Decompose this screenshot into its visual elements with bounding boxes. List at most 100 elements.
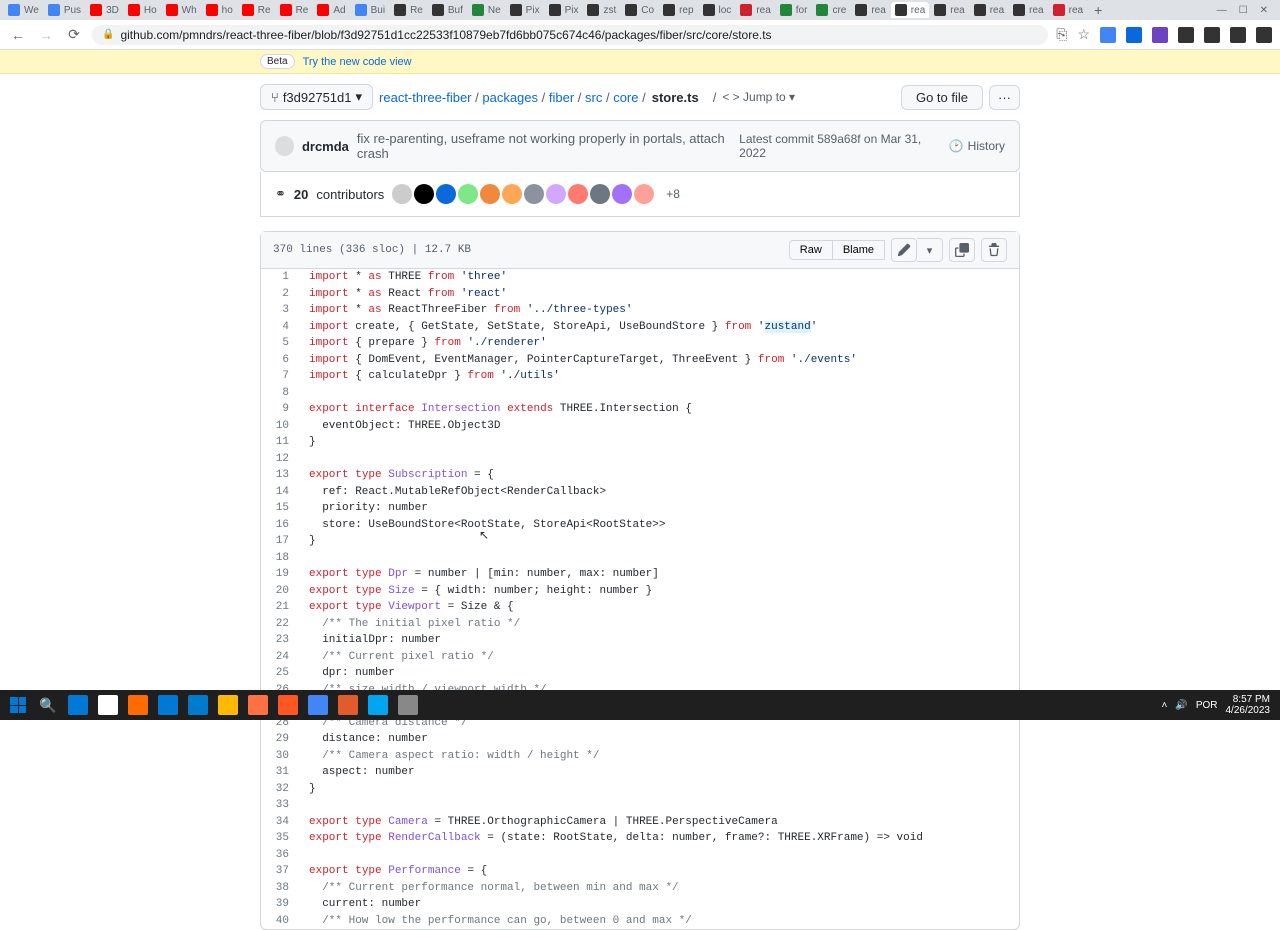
code-line[interactable]: 29 distance: number xyxy=(261,731,1019,748)
browser-tab[interactable]: We xyxy=(4,2,43,18)
history-link[interactable]: 🕑 History xyxy=(949,139,1005,153)
code-line[interactable]: 20export type Size = { width: number; he… xyxy=(261,583,1019,600)
new-tab-button[interactable]: + xyxy=(1088,2,1108,18)
code-line[interactable]: 1import * as THREE from 'three' xyxy=(261,269,1019,286)
install-icon[interactable]: ⎘ xyxy=(1056,26,1067,43)
taskbar-app[interactable] xyxy=(274,691,302,719)
line-number[interactable]: 32 xyxy=(261,781,301,798)
contributor-avatar[interactable] xyxy=(590,184,610,204)
code-line[interactable]: 17} xyxy=(261,533,1019,550)
browser-tab[interactable]: Re xyxy=(276,2,313,18)
browser-tab[interactable]: Re xyxy=(390,2,427,18)
code-line[interactable]: 37export type Performance = { xyxy=(261,863,1019,880)
code-line[interactable]: 3import * as ReactThreeFiber from '../th… xyxy=(261,302,1019,319)
code-line[interactable]: 36 xyxy=(261,847,1019,864)
extension-icon[interactable] xyxy=(1178,27,1194,43)
line-number[interactable]: 14 xyxy=(261,484,301,501)
code-line[interactable]: 9export interface Intersection extends T… xyxy=(261,401,1019,418)
code-line[interactable]: 34export type Camera = THREE.Orthographi… xyxy=(261,814,1019,831)
browser-tab[interactable]: rea xyxy=(736,2,774,18)
breadcrumb-link[interactable]: fiber xyxy=(549,90,574,105)
browser-tab[interactable]: rea xyxy=(1049,2,1087,18)
url-field[interactable]: 🔒 github.com/pmndrs/react-three-fiber/bl… xyxy=(92,25,1048,45)
forward-button[interactable]: → xyxy=(36,25,56,45)
line-number[interactable]: 18 xyxy=(261,550,301,567)
tray-chevron-icon[interactable]: ˄ xyxy=(1162,700,1168,711)
line-number[interactable]: 3 xyxy=(261,302,301,319)
code-line[interactable]: 32} xyxy=(261,781,1019,798)
taskbar-app[interactable] xyxy=(304,691,332,719)
more-options-button[interactable]: ··· xyxy=(989,85,1020,110)
line-number[interactable]: 8 xyxy=(261,385,301,402)
contributor-avatar[interactable] xyxy=(458,184,478,204)
code-line[interactable]: 15 priority: number xyxy=(261,500,1019,517)
line-number[interactable]: 15 xyxy=(261,500,301,517)
code-line[interactable]: 16 store: UseBoundStore<RootState, Store… xyxy=(261,517,1019,534)
contributor-avatar[interactable] xyxy=(480,184,500,204)
browser-tab[interactable]: Pus xyxy=(44,2,85,18)
commit-author[interactable]: drcmda xyxy=(302,139,349,154)
line-number[interactable]: 2 xyxy=(261,286,301,303)
edit-button[interactable] xyxy=(891,238,917,262)
line-number[interactable]: 6 xyxy=(261,352,301,369)
close-icon[interactable]: ✕ xyxy=(1260,5,1268,16)
line-number[interactable]: 34 xyxy=(261,814,301,831)
code-line[interactable]: 23 initialDpr: number xyxy=(261,632,1019,649)
extension-icon[interactable] xyxy=(1204,27,1220,43)
extension-icon[interactable] xyxy=(1152,27,1168,43)
taskbar-app[interactable] xyxy=(184,691,212,719)
tray-language[interactable]: POR xyxy=(1196,700,1218,711)
browser-tab[interactable]: Ad xyxy=(313,2,349,18)
commit-message[interactable]: fix re-parenting, useframe not working p… xyxy=(357,131,739,161)
code-line[interactable]: 11} xyxy=(261,434,1019,451)
contributor-avatar[interactable] xyxy=(436,184,456,204)
line-number[interactable]: 40 xyxy=(261,913,301,930)
line-number[interactable]: 33 xyxy=(261,797,301,814)
code-line[interactable]: 10 eventObject: THREE.Object3D xyxy=(261,418,1019,435)
browser-tab[interactable]: Pix xyxy=(545,2,583,18)
browser-tab[interactable]: rea xyxy=(891,2,929,18)
line-number[interactable]: 20 xyxy=(261,583,301,600)
line-number[interactable]: 31 xyxy=(261,764,301,781)
line-number[interactable]: 37 xyxy=(261,863,301,880)
tray-volume-icon[interactable]: 🔊 xyxy=(1175,700,1187,711)
line-number[interactable]: 7 xyxy=(261,368,301,385)
back-button[interactable]: ← xyxy=(8,25,28,45)
line-number[interactable]: 39 xyxy=(261,896,301,913)
code-line[interactable]: 8 xyxy=(261,385,1019,402)
extension-icon[interactable] xyxy=(1230,27,1246,43)
line-number[interactable]: 5 xyxy=(261,335,301,352)
taskbar-app[interactable] xyxy=(94,691,122,719)
breadcrumb-link[interactable]: src xyxy=(585,90,602,105)
breadcrumb-link[interactable]: packages xyxy=(482,90,538,105)
author-avatar[interactable] xyxy=(275,136,294,156)
browser-tab[interactable]: Buf xyxy=(428,2,467,18)
beta-link[interactable]: Try the new code view xyxy=(303,56,412,68)
line-number[interactable]: 13 xyxy=(261,467,301,484)
browser-tab[interactable]: rep xyxy=(659,2,697,18)
extension-icon[interactable] xyxy=(1256,27,1272,43)
line-number[interactable]: 11 xyxy=(261,434,301,451)
breadcrumb-link[interactable]: core xyxy=(613,90,638,105)
contributor-avatar[interactable] xyxy=(612,184,632,204)
line-number[interactable]: 4 xyxy=(261,319,301,336)
browser-tab[interactable]: rea xyxy=(1009,2,1047,18)
browser-tab[interactable]: Ho xyxy=(124,2,161,18)
line-number[interactable]: 35 xyxy=(261,830,301,847)
taskbar-app[interactable] xyxy=(64,691,92,719)
code-line[interactable]: 14 ref: React.MutableRefObject<RenderCal… xyxy=(261,484,1019,501)
line-number[interactable]: 25 xyxy=(261,665,301,682)
contributors-more[interactable]: +8 xyxy=(662,187,680,201)
line-number[interactable]: 19 xyxy=(261,566,301,583)
taskbar-app[interactable] xyxy=(334,691,362,719)
contributor-avatar[interactable] xyxy=(414,184,434,204)
code-line[interactable]: 25 dpr: number xyxy=(261,665,1019,682)
code-line[interactable]: 31 aspect: number xyxy=(261,764,1019,781)
taskbar-app[interactable] xyxy=(154,691,182,719)
taskbar-app[interactable] xyxy=(124,691,152,719)
code-body[interactable]: 1import * as THREE from 'three'2import *… xyxy=(261,269,1019,929)
browser-tab[interactable]: Bui xyxy=(351,2,389,18)
line-number[interactable]: 9 xyxy=(261,401,301,418)
reload-button[interactable]: ⟳ xyxy=(64,25,84,45)
line-number[interactable]: 36 xyxy=(261,847,301,864)
